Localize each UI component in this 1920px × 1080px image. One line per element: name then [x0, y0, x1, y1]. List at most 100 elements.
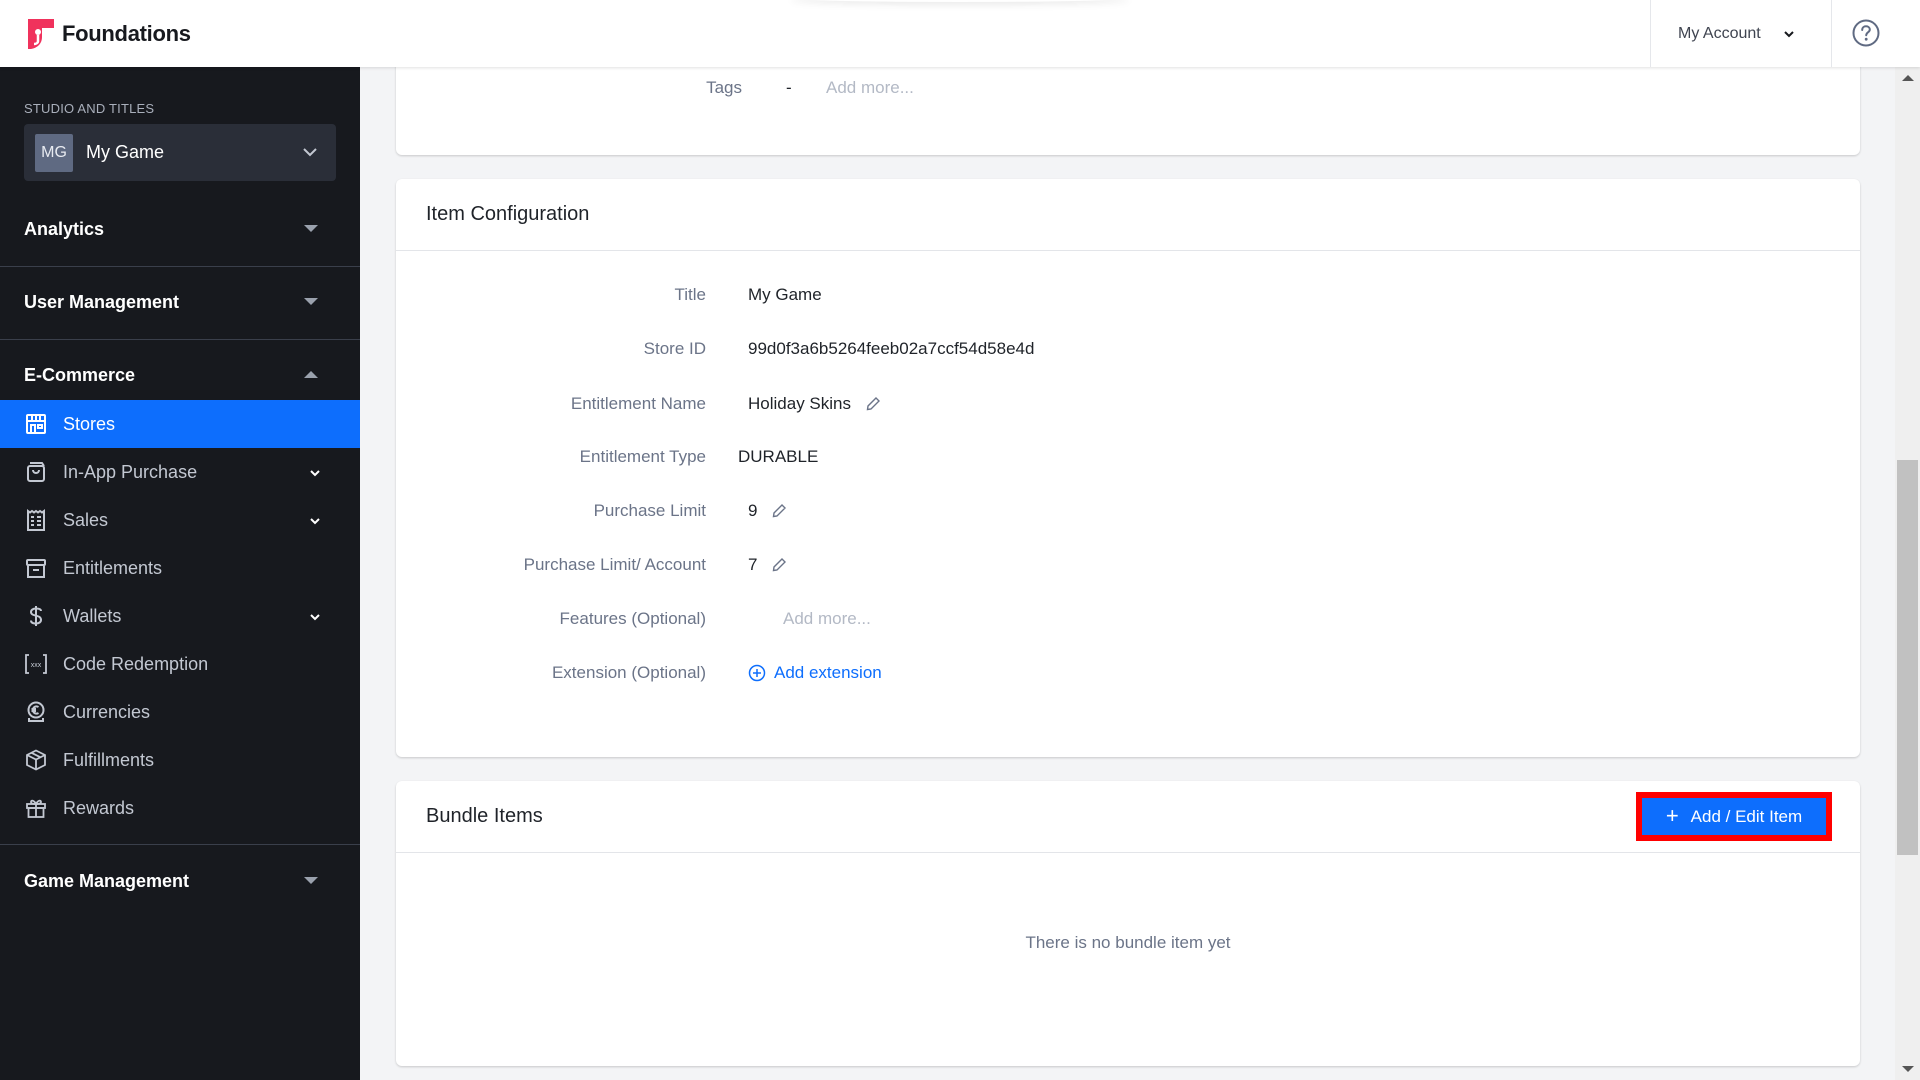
- app-logo[interactable]: Foundations: [28, 19, 191, 49]
- tags-value: -: [786, 78, 792, 98]
- game-avatar: MG: [35, 133, 73, 172]
- entitlement-name-value: Holiday Skins: [748, 394, 881, 414]
- receipt-icon: [27, 509, 45, 531]
- extension-label: Extension (Optional): [551, 663, 706, 682]
- nav-label: Wallets: [63, 605, 122, 626]
- bundle-items-card: Bundle Items + Add / Edit Item There is …: [396, 781, 1860, 1066]
- sidebar-divider: [0, 844, 360, 845]
- sidebar-item-wallets[interactable]: Wallets: [0, 592, 360, 640]
- sidebar-item-entitlements[interactable]: Entitlements: [0, 544, 360, 592]
- selected-game-name: My Game: [86, 142, 165, 162]
- purchase-limit-value: 9: [748, 501, 787, 521]
- studio-title-selector[interactable]: MG My Game: [24, 124, 336, 181]
- section-label: Game Management: [24, 870, 190, 891]
- sidebar-section-user-management[interactable]: User Management: [0, 278, 360, 326]
- sidebar-section-game-management[interactable]: Game Management: [0, 857, 360, 905]
- sidebar-section-e-commerce[interactable]: E-Commerce: [0, 351, 360, 399]
- store-id-value: 99d0f3a6b5264feeb02a7ccf54d58e4d: [748, 339, 1034, 359]
- nav-label: Currencies: [63, 701, 151, 722]
- store-id-text: 99d0f3a6b5264feeb02a7ccf54d58e4d: [748, 339, 1035, 358]
- sidebar: STUDIO AND TITLES MG My Game Analytics U…: [0, 67, 360, 1080]
- store-icon: [26, 414, 46, 434]
- plus-icon: +: [1665, 802, 1679, 828]
- nav-label: Code Redemption: [63, 653, 209, 674]
- add-extension-link[interactable]: Add extension: [748, 663, 882, 683]
- entitlement-type-value: DURABLE: [738, 447, 818, 467]
- purchase-limit-account-value: 7: [748, 555, 787, 575]
- section-label: User Management: [24, 291, 180, 312]
- chevron-down-icon: [310, 518, 320, 525]
- empty-bundle-message: There is no bundle item yet: [1025, 933, 1231, 952]
- features-label: Features (Optional): [559, 609, 706, 628]
- pencil-edit-icon[interactable]: [771, 503, 787, 519]
- nav-label: Fulfillments: [63, 749, 155, 770]
- entitlement-name-text: Holiday Skins: [748, 394, 851, 413]
- sidebar-item-in-app-purchase[interactable]: In-App Purchase: [0, 448, 360, 496]
- tags-empty-dash: -: [786, 78, 792, 97]
- purchase-limit-account-label: Purchase Limit/ Account: [523, 555, 706, 574]
- studio-section-label: STUDIO AND TITLES: [24, 101, 155, 116]
- chevron-down-icon: [303, 148, 317, 157]
- details-card: Tags - Add more...: [396, 67, 1860, 155]
- section-label: E-Commerce: [24, 364, 136, 385]
- floating-shadow: [790, 0, 1130, 2]
- chevron-down-icon: [310, 614, 320, 621]
- entitlement-name-label: Entitlement Name: [570, 394, 706, 413]
- chevron-down-icon: [310, 470, 320, 477]
- nav-label: Entitlements: [63, 557, 163, 578]
- bundle-items-title: Bundle Items: [426, 805, 543, 827]
- top-header: Foundations My Account: [0, 0, 1920, 67]
- sidebar-divider: [0, 339, 360, 340]
- gift-icon: [26, 799, 46, 818]
- sidebar-item-stores[interactable]: Stores: [0, 400, 360, 448]
- features-add-input[interactable]: Add more...: [783, 609, 871, 629]
- title-label: Title: [674, 285, 707, 304]
- sidebar-item-fulfillments[interactable]: Fulfillments: [0, 736, 360, 784]
- add-extension-text: Add extension: [774, 663, 882, 682]
- box-icon: [26, 749, 46, 771]
- euro-coin-icon: [27, 701, 45, 722]
- caret-up-icon: [304, 371, 318, 378]
- scroll-up-arrow-icon[interactable]: [1902, 75, 1914, 81]
- purchase-limit-account-text: 7: [748, 555, 758, 574]
- code-brackets-icon: xxx: [25, 654, 47, 674]
- sidebar-item-code-redemption[interactable]: xxx Code Redemption: [0, 640, 360, 688]
- sidebar-item-rewards[interactable]: Rewards: [0, 784, 360, 832]
- account-label: My Account: [1678, 24, 1761, 42]
- scrollbar-thumb[interactable]: [1897, 460, 1918, 855]
- item-configuration-card: Item Configuration Title My Game Store I…: [396, 179, 1860, 757]
- purchase-limit-label: Purchase Limit: [593, 501, 706, 520]
- card-divider: [396, 250, 1860, 251]
- sidebar-item-sales[interactable]: Sales: [0, 496, 360, 544]
- caret-down-icon: [304, 225, 318, 232]
- help-icon[interactable]: [1851, 18, 1881, 48]
- title-value: My Game: [748, 285, 822, 305]
- nav-label: Stores: [63, 413, 116, 434]
- purchase-limit-text: 9: [748, 501, 758, 520]
- card-divider: [396, 852, 1860, 853]
- caret-down-icon: [304, 298, 318, 305]
- pencil-edit-icon[interactable]: [865, 396, 881, 412]
- sidebar-divider: [0, 266, 360, 267]
- add-edit-item-button[interactable]: + Add / Edit Item: [1642, 798, 1826, 835]
- tags-label: Tags: [706, 78, 742, 97]
- svg-text:xxx: xxx: [31, 662, 42, 669]
- add-edit-item-label: Add / Edit Item: [1690, 806, 1803, 826]
- pencil-edit-icon[interactable]: [771, 557, 787, 573]
- store-id-label: Store ID: [643, 339, 706, 358]
- title-text: My Game: [748, 285, 822, 304]
- app-name: Foundations: [62, 21, 191, 46]
- item-configuration-title: Item Configuration: [426, 203, 590, 225]
- sidebar-section-analytics[interactable]: Analytics: [0, 205, 360, 253]
- entitlement-type-label: Entitlement Type: [579, 447, 706, 466]
- vertical-scrollbar[interactable]: [1895, 67, 1920, 1080]
- sidebar-item-currencies[interactable]: Currencies: [0, 688, 360, 736]
- my-account-dropdown[interactable]: My Account: [1650, 0, 1832, 67]
- nav-label: In-App Purchase: [63, 461, 198, 482]
- dollar-icon: [29, 606, 43, 626]
- scroll-down-arrow-icon[interactable]: [1902, 1066, 1914, 1072]
- highlight-outline: + Add / Edit Item: [1636, 792, 1832, 841]
- section-label: Analytics: [24, 218, 105, 239]
- foundations-logo-icon: [28, 19, 54, 49]
- tags-add-input[interactable]: Add more...: [826, 78, 914, 98]
